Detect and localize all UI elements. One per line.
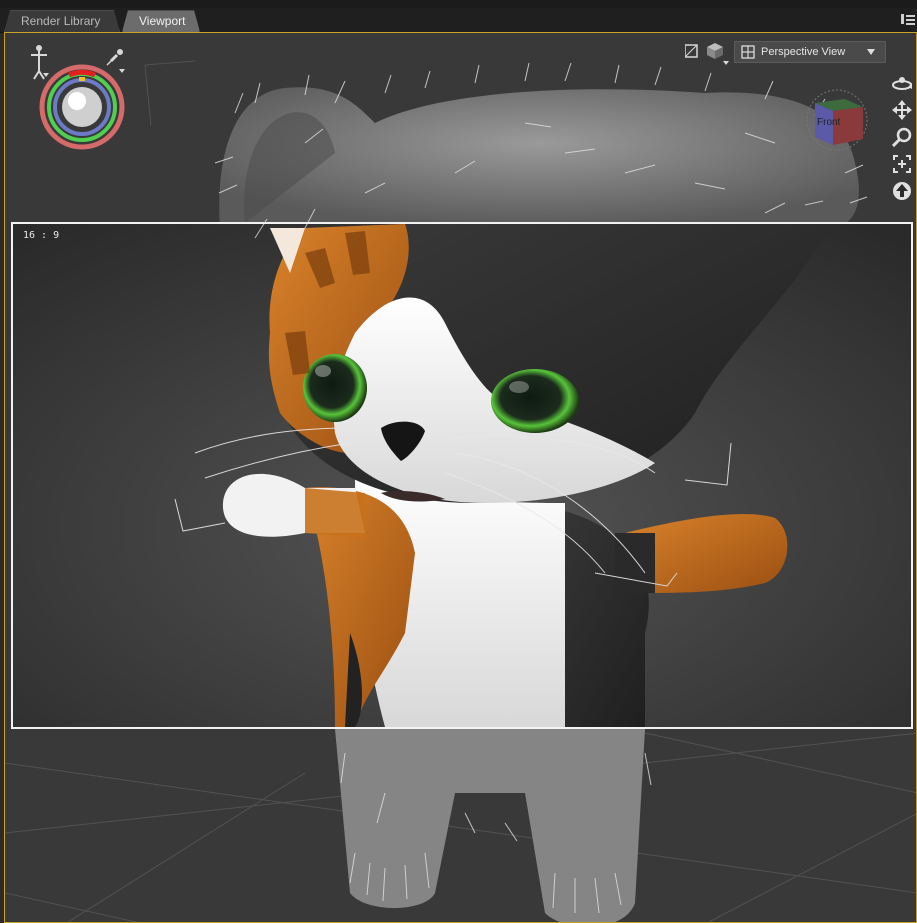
ghost-head-top [219, 87, 859, 228]
view-cube[interactable]: Front [801, 89, 873, 151]
camera-select-dropdown[interactable]: Perspective View [734, 41, 886, 63]
draw-style-icon [685, 44, 698, 58]
top-toolbar-strip [0, 0, 917, 8]
up-arrow-icon[interactable] [889, 177, 915, 204]
tab-render-library[interactable]: Render Library [4, 10, 120, 32]
frame-icon[interactable] [889, 150, 915, 177]
orbit-icon[interactable] [889, 69, 915, 96]
draw-style-icons[interactable] [685, 41, 729, 67]
navigation-toolbar [889, 69, 915, 204]
chevron-down-icon [867, 49, 875, 55]
camera-select-label: Perspective View [761, 46, 846, 58]
tab-viewport[interactable]: Viewport [122, 10, 200, 32]
panel-menu-icon[interactable] [901, 12, 915, 26]
perspective-view-icon [741, 45, 755, 59]
aspect-ratio-label: 16 : 9 [23, 230, 60, 241]
figure-pose-icon [31, 45, 49, 80]
view-cube-label: Front [817, 117, 841, 128]
zoom-icon[interactable] [889, 123, 915, 150]
viewport-3d[interactable]: 16 : 9 Perspective View Front [4, 32, 917, 923]
lighting-gizmo[interactable] [27, 43, 137, 153]
pan-icon[interactable] [889, 96, 915, 123]
pin-icon [106, 49, 125, 73]
tab-bar: Render Library Viewport [0, 8, 917, 33]
camera-aspect-frame: 16 : 9 [11, 222, 913, 729]
cube-menu-icon [707, 43, 729, 65]
